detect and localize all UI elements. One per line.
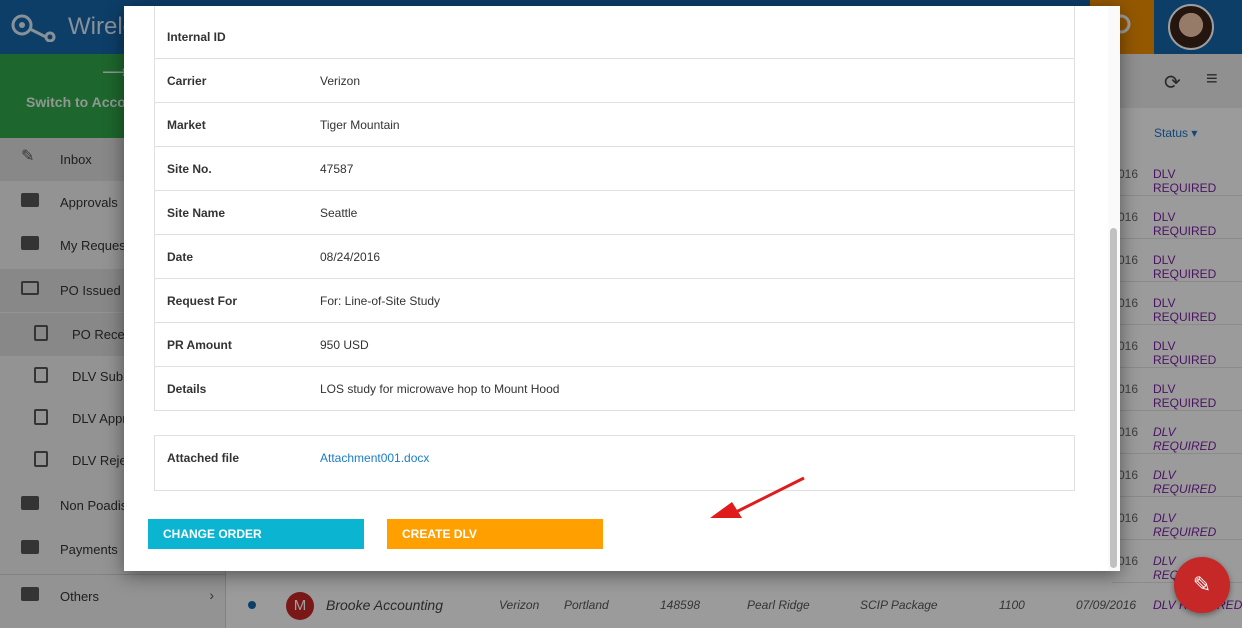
detail-row-date: Date 08/24/2016 bbox=[155, 235, 1074, 279]
detail-row-carrier: Carrier Verizon bbox=[155, 59, 1074, 103]
detail-row-request-for: Request For For: Line-of-Site Study bbox=[155, 279, 1074, 323]
detail-label: Site Name bbox=[167, 206, 226, 220]
detail-value: For: Line-of-Site Study bbox=[320, 294, 441, 308]
detail-row-market: Market Tiger Mountain bbox=[155, 103, 1074, 147]
detail-label: Market bbox=[167, 118, 206, 132]
attached-file-label: Attached file bbox=[167, 451, 240, 465]
detail-row-pr-amount: PR Amount 950 USD bbox=[155, 323, 1074, 367]
detail-value: 950 USD bbox=[320, 338, 369, 352]
change-order-button[interactable]: CHANGE ORDER bbox=[148, 519, 364, 549]
create-dlv-button[interactable]: CREATE DLV bbox=[387, 519, 603, 549]
annotation-arrow-icon bbox=[710, 476, 805, 518]
detail-label: Internal ID bbox=[167, 30, 226, 44]
detail-label: Site No. bbox=[167, 162, 212, 176]
detail-value: LOS study for microwave hop to Mount Hoo… bbox=[320, 382, 560, 396]
attached-file-link[interactable]: Attachment001.docx bbox=[320, 451, 429, 465]
detail-value: 47587 bbox=[320, 162, 354, 176]
detail-row-site-no: Site No. 47587 bbox=[155, 147, 1074, 191]
detail-value: Tiger Mountain bbox=[320, 118, 400, 132]
detail-row-site-name: Site Name Seattle bbox=[155, 191, 1074, 235]
detail-label: Date bbox=[167, 250, 194, 264]
detail-label: Request For bbox=[167, 294, 238, 308]
detail-label: Details bbox=[167, 382, 207, 396]
detail-value: Verizon bbox=[320, 74, 361, 88]
request-details-table: Internal ID Carrier Verizon Market Tiger… bbox=[154, 6, 1075, 411]
detail-label: Carrier bbox=[167, 74, 207, 88]
compose-fab-button[interactable]: ✎ bbox=[1174, 557, 1230, 613]
detail-label: PR Amount bbox=[167, 338, 232, 352]
detail-value: Seattle bbox=[320, 206, 358, 220]
detail-row-internal-id: Internal ID bbox=[155, 15, 1074, 59]
detail-value: 08/24/2016 bbox=[320, 250, 381, 264]
detail-row-details: Details LOS study for microwave hop to M… bbox=[155, 367, 1074, 411]
request-detail-dialog: Internal ID Carrier Verizon Market Tiger… bbox=[124, 6, 1120, 571]
pencil-icon: ✎ bbox=[1192, 572, 1212, 597]
dialog-scrollbar-thumb[interactable] bbox=[1110, 228, 1117, 568]
attached-file-section: Attached file Attachment001.docx bbox=[154, 435, 1075, 491]
